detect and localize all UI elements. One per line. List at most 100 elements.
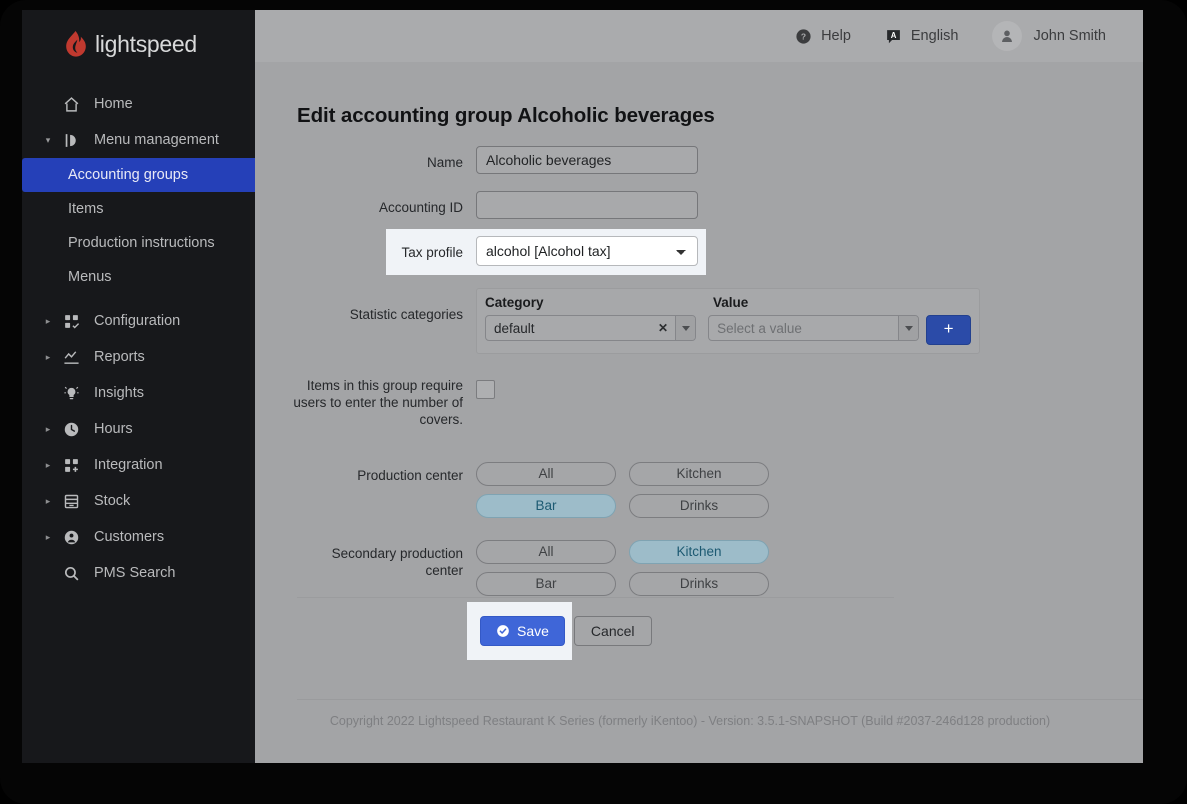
- help-icon: ?: [795, 28, 812, 45]
- covers-checkbox[interactable]: [476, 380, 495, 399]
- value-select[interactable]: Select a value: [708, 315, 920, 341]
- tax-profile-label: Tax profile: [401, 245, 463, 260]
- chevron-right-icon[interactable]: ▸: [42, 496, 54, 507]
- chevron-down-icon[interactable]: [898, 316, 919, 340]
- chevron-right-icon[interactable]: ▸: [42, 352, 54, 363]
- sidebar-item-pms-search[interactable]: PMS Search: [22, 555, 255, 591]
- secondary-production-center-label: Secondary production center: [331, 546, 463, 578]
- sidebar-item-label: Items: [68, 201, 104, 217]
- production-center-option-kitchen[interactable]: Kitchen: [629, 462, 769, 486]
- production-center-option-bar[interactable]: Bar: [476, 494, 616, 518]
- sidebar-item-integration[interactable]: ▸ Integration: [22, 447, 255, 483]
- accounting-id-input[interactable]: [476, 191, 698, 219]
- brand-name: lightspeed: [95, 30, 197, 57]
- screenshot-root: lightspeed Home ▾ Menu management Accoun…: [0, 0, 1187, 804]
- chevron-right-icon[interactable]: ▸: [42, 532, 54, 543]
- user-menu[interactable]: John Smith: [992, 21, 1106, 51]
- sidebar-item-label: Stock: [94, 493, 131, 509]
- production-center-option-all[interactable]: All: [476, 462, 616, 486]
- menu-management-icon: [58, 130, 84, 150]
- save-button[interactable]: Save: [480, 616, 565, 646]
- name-input[interactable]: [476, 146, 698, 174]
- tax-profile-select[interactable]: alcohol [Alcohol tax]: [476, 236, 698, 266]
- name-label: Name: [426, 155, 463, 170]
- language-icon: A: [885, 28, 902, 45]
- secondary-production-center-option-kitchen[interactable]: Kitchen: [629, 540, 769, 564]
- sidebar-item-label: Home: [94, 96, 133, 112]
- statistic-categories-row: default ✕ Select a value +: [485, 315, 971, 345]
- form-row-accounting-id: Accounting ID: [255, 191, 1143, 219]
- chevron-right-icon[interactable]: ▸: [42, 316, 54, 327]
- category-selected-value: default: [494, 320, 535, 336]
- category-select[interactable]: default ✕: [485, 315, 697, 341]
- sidebar-item-customers[interactable]: ▸ Customers: [22, 519, 255, 555]
- chevron-right-icon[interactable]: ▸: [42, 460, 54, 471]
- sidebar-item-hours[interactable]: ▸ Hours: [22, 411, 255, 447]
- search-icon: [58, 563, 84, 583]
- sidebar-item-label: Reports: [94, 349, 145, 365]
- sidebar-item-label: PMS Search: [94, 565, 176, 581]
- secondary-production-center-option-bar[interactable]: Bar: [476, 572, 616, 596]
- help-button[interactable]: ? Help: [795, 28, 851, 45]
- language-label: English: [910, 28, 959, 44]
- help-label: Help: [821, 28, 851, 44]
- statistic-categories-panel: Category Value default ✕ Select a value …: [476, 288, 980, 354]
- sidebar-item-label: Insights: [94, 385, 144, 401]
- sidebar-item-label: Menus: [68, 269, 112, 285]
- accounting-group-form: Name Accounting ID Tax profile: [255, 146, 1143, 613]
- avatar: [992, 21, 1023, 51]
- secondary-production-center-options: All Kitchen Bar Drinks: [476, 540, 913, 596]
- reports-icon: [58, 347, 84, 367]
- main-content: Edit accounting group Alcoholic beverage…: [255, 62, 1143, 763]
- brand-logo[interactable]: lightspeed: [22, 10, 255, 78]
- sidebar-item-accounting-groups[interactable]: Accounting groups: [22, 158, 285, 192]
- form-row-name: Name: [255, 146, 1143, 174]
- user-name: John Smith: [1033, 28, 1106, 44]
- lightspeed-flame-icon: [66, 31, 86, 57]
- integration-icon: [58, 455, 84, 475]
- sidebar-nav: Home ▾ Menu management Accounting groups…: [22, 86, 285, 591]
- sidebar-item-home[interactable]: Home: [22, 86, 255, 122]
- chevron-down-icon[interactable]: [675, 316, 696, 340]
- form-actions: Save Cancel: [297, 602, 652, 660]
- save-button-label: Save: [517, 623, 549, 639]
- clear-icon[interactable]: ✕: [651, 321, 675, 335]
- home-icon: [58, 94, 84, 114]
- sidebar-item-label: Configuration: [94, 313, 181, 329]
- footer-divider: [297, 699, 1143, 700]
- statistic-categories-header: Category Value: [485, 295, 971, 310]
- add-statistic-category-button[interactable]: +: [926, 315, 971, 345]
- form-divider: [297, 597, 894, 598]
- chevron-right-icon[interactable]: ▸: [42, 424, 54, 435]
- covers-label: Items in this group require users to ent…: [293, 378, 463, 427]
- cancel-button-label: Cancel: [590, 623, 635, 639]
- cancel-button[interactable]: Cancel: [573, 616, 652, 646]
- chevron-down-icon[interactable]: ▾: [42, 135, 54, 146]
- configuration-icon: [58, 311, 84, 331]
- sidebar-item-label: Integration: [94, 457, 163, 473]
- insights-icon: [58, 383, 84, 403]
- sidebar-item-menu-management[interactable]: ▾ Menu management: [22, 122, 255, 158]
- form-row-secondary-production-center: Secondary production center All Kitchen …: [255, 540, 1143, 596]
- column-header-value: Value: [713, 295, 749, 310]
- stock-icon: [58, 491, 84, 511]
- sidebar-item-menus[interactable]: Menus: [22, 260, 255, 294]
- sidebar-item-label: Accounting groups: [68, 167, 189, 183]
- sidebar-item-insights[interactable]: Insights: [22, 375, 255, 411]
- language-selector[interactable]: A English: [885, 28, 959, 45]
- form-row-tax-profile: Tax profile alcohol [Alcohol tax]: [255, 229, 1143, 275]
- secondary-production-center-option-drinks[interactable]: Drinks: [629, 572, 769, 596]
- statistic-categories-label: Statistic categories: [349, 307, 463, 322]
- sidebar-item-reports[interactable]: ▸ Reports: [22, 339, 255, 375]
- sidebar-item-items[interactable]: Items: [22, 192, 255, 226]
- sidebar-item-stock[interactable]: ▸ Stock: [22, 483, 255, 519]
- sidebar-item-production-instructions[interactable]: Production instructions: [22, 226, 255, 260]
- form-row-statistic-categories: Statistic categories Category Value defa…: [255, 288, 1143, 354]
- browser-viewport: lightspeed Home ▾ Menu management Accoun…: [22, 10, 1143, 763]
- production-center-options: All Kitchen Bar Drinks: [476, 462, 913, 518]
- sidebar-item-label: Production instructions: [68, 235, 215, 251]
- sidebar-item-configuration[interactable]: ▸ Configuration: [22, 303, 255, 339]
- footer-copyright: Copyright 2022 Lightspeed Restaurant K S…: [329, 714, 1051, 728]
- secondary-production-center-option-all[interactable]: All: [476, 540, 616, 564]
- production-center-option-drinks[interactable]: Drinks: [629, 494, 769, 518]
